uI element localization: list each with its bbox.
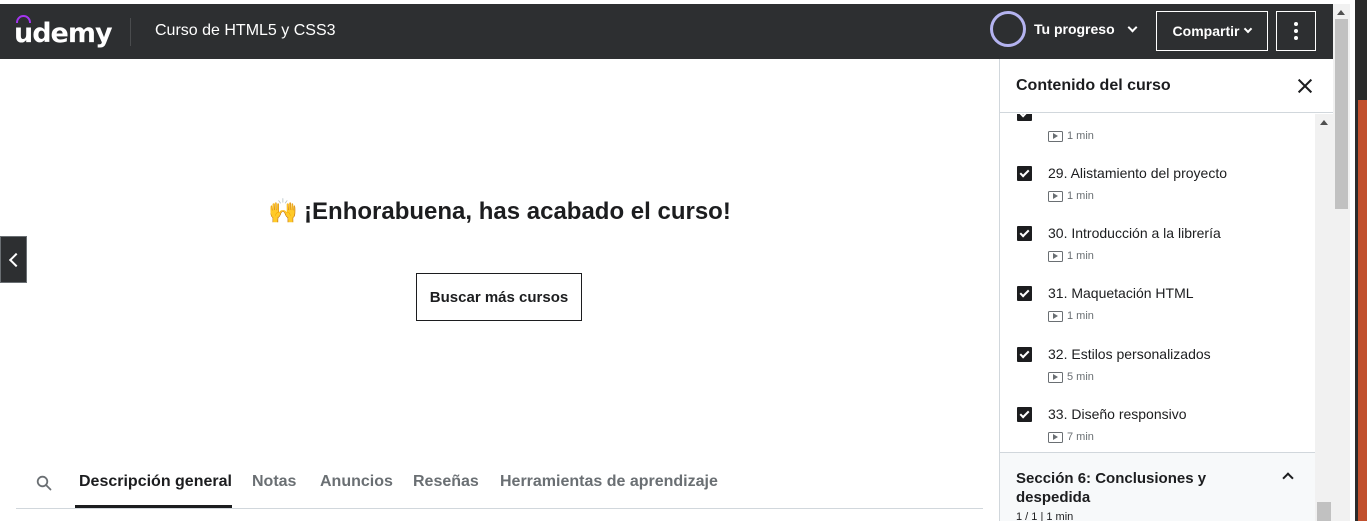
share-button[interactable]: Compartir	[1156, 11, 1268, 51]
scrollbar-thumb[interactable]	[1317, 502, 1331, 521]
completed-checkbox[interactable]	[1017, 347, 1032, 362]
lecture-duration: 1 min	[1067, 250, 1094, 262]
window-edge	[1355, 0, 1367, 521]
lecture-title: 31. Maquetación HTML	[1048, 285, 1194, 301]
scroll-up-arrow-icon[interactable]	[1320, 120, 1328, 125]
lecture-title: 32. Estilos personalizados	[1048, 346, 1211, 362]
lecture-title: 33. Diseño responsivo	[1048, 406, 1187, 422]
search-icon[interactable]	[36, 475, 52, 491]
sidebar-header: Contenido del curso	[1000, 59, 1334, 113]
completed-checkbox[interactable]	[1017, 407, 1032, 422]
lecture-meta: 1 min	[1048, 250, 1094, 262]
sidebar-title: Contenido del curso	[1016, 77, 1171, 94]
completed-checkbox[interactable]	[1017, 114, 1032, 121]
lecture-meta: 1 min	[1048, 190, 1094, 202]
dot-icon	[1294, 22, 1298, 26]
video-icon	[1048, 250, 1063, 262]
page-scrollbar[interactable]	[1333, 4, 1350, 521]
video-icon	[1048, 310, 1063, 322]
progress-button[interactable]: Tu progreso	[990, 11, 1138, 47]
top-header: udemy Curso de HTML5 y CSS3 Tu progreso …	[0, 4, 1333, 59]
course-tabs: Descripción general Notas Anuncios Reseñ…	[16, 457, 983, 509]
completed-checkbox[interactable]	[1017, 166, 1032, 181]
tab-notes[interactable]: Notas	[252, 473, 296, 491]
chevron-up-icon	[1282, 472, 1294, 484]
raising-hands-icon: 🙌	[268, 198, 299, 225]
video-icon	[1048, 190, 1063, 202]
udemy-logo[interactable]: udemy	[14, 13, 113, 49]
completion-text: ¡Enhorabuena, has acabado el curso!	[304, 198, 731, 225]
chevron-down-icon	[1244, 24, 1253, 34]
lecture-title: 30. Introducción a la librería	[1048, 225, 1221, 241]
section-title: Sección 6: Conclusiones y despedida	[1016, 470, 1207, 506]
search-more-courses-button[interactable]: Buscar más cursos	[416, 273, 582, 321]
lecture-duration: 1 min	[1067, 190, 1094, 202]
completed-checkbox[interactable]	[1017, 226, 1032, 241]
completion-message: 🙌 ¡Enhorabuena, has acabado el curso!	[0, 197, 999, 226]
lecture-duration: 1 min	[1067, 130, 1094, 142]
previous-lecture-button[interactable]	[0, 236, 27, 283]
logo-text: udemy	[14, 15, 113, 49]
lecture-meta: 7 min	[1048, 431, 1094, 443]
scrollbar-thumb[interactable]	[1335, 19, 1348, 209]
video-icon	[1048, 130, 1063, 142]
more-options-button[interactable]	[1276, 11, 1316, 51]
course-title[interactable]: Curso de HTML5 y CSS3	[155, 22, 336, 40]
lecture-meta: 5 min	[1048, 371, 1094, 383]
list-item[interactable]: 32. Estilos personalizados 5 min	[1000, 341, 1316, 401]
video-icon	[1048, 371, 1063, 383]
course-player-page: udemy Curso de HTML5 y CSS3 Tu progreso …	[0, 0, 1367, 521]
header-divider	[130, 18, 131, 46]
lecture-meta: 1 min	[1048, 310, 1094, 322]
tab-overview[interactable]: Descripción general	[79, 473, 232, 491]
share-label: Compartir	[1172, 23, 1240, 39]
sidebar-scrollbar[interactable]	[1315, 114, 1333, 521]
main-content: 🙌 ¡Enhorabuena, has acabado el curso! Bus…	[0, 59, 999, 521]
course-content-sidebar: Contenido del curso 1 min 29. Alistamien…	[999, 59, 1334, 521]
completed-checkbox[interactable]	[1017, 286, 1032, 301]
list-item[interactable]: 29. Alistamiento del proyecto 1 min	[1000, 160, 1316, 220]
progress-ring-icon	[990, 11, 1026, 47]
tab-reviews[interactable]: Reseñas	[413, 473, 479, 491]
progress-label: Tu progreso	[1034, 21, 1115, 37]
video-icon	[1048, 431, 1063, 443]
list-item[interactable]: 31. Maquetación HTML 1 min	[1000, 280, 1316, 340]
lecture-duration: 5 min	[1067, 371, 1094, 383]
background-window	[1358, 100, 1367, 521]
lecture-duration: 7 min	[1067, 431, 1094, 443]
tab-announcements[interactable]: Anuncios	[320, 473, 393, 491]
tab-learning-tools[interactable]: Herramientas de aprendizaje	[500, 473, 718, 491]
lecture-duration: 1 min	[1067, 310, 1094, 322]
section-meta: 1 / 1 | 1 min	[1016, 511, 1074, 521]
list-item[interactable]: 1 min	[1000, 114, 1316, 160]
chevron-left-icon	[8, 252, 23, 267]
chevron-down-icon	[1127, 22, 1138, 32]
lecture-meta: 1 min	[1048, 130, 1094, 142]
list-item[interactable]: 30. Introducción a la librería 1 min	[1000, 220, 1316, 280]
lecture-title: 29. Alistamiento del proyecto	[1048, 165, 1227, 181]
close-icon[interactable]	[1296, 77, 1314, 95]
scroll-up-arrow-icon[interactable]	[1337, 10, 1345, 15]
dot-icon	[1294, 29, 1298, 33]
section-header[interactable]: Sección 6: Conclusiones y despedida 1 / …	[1000, 452, 1316, 521]
lecture-list: 1 min 29. Alistamiento del proyecto 1 mi…	[1000, 114, 1316, 521]
dot-icon	[1294, 36, 1298, 40]
active-tab-indicator	[75, 505, 232, 508]
